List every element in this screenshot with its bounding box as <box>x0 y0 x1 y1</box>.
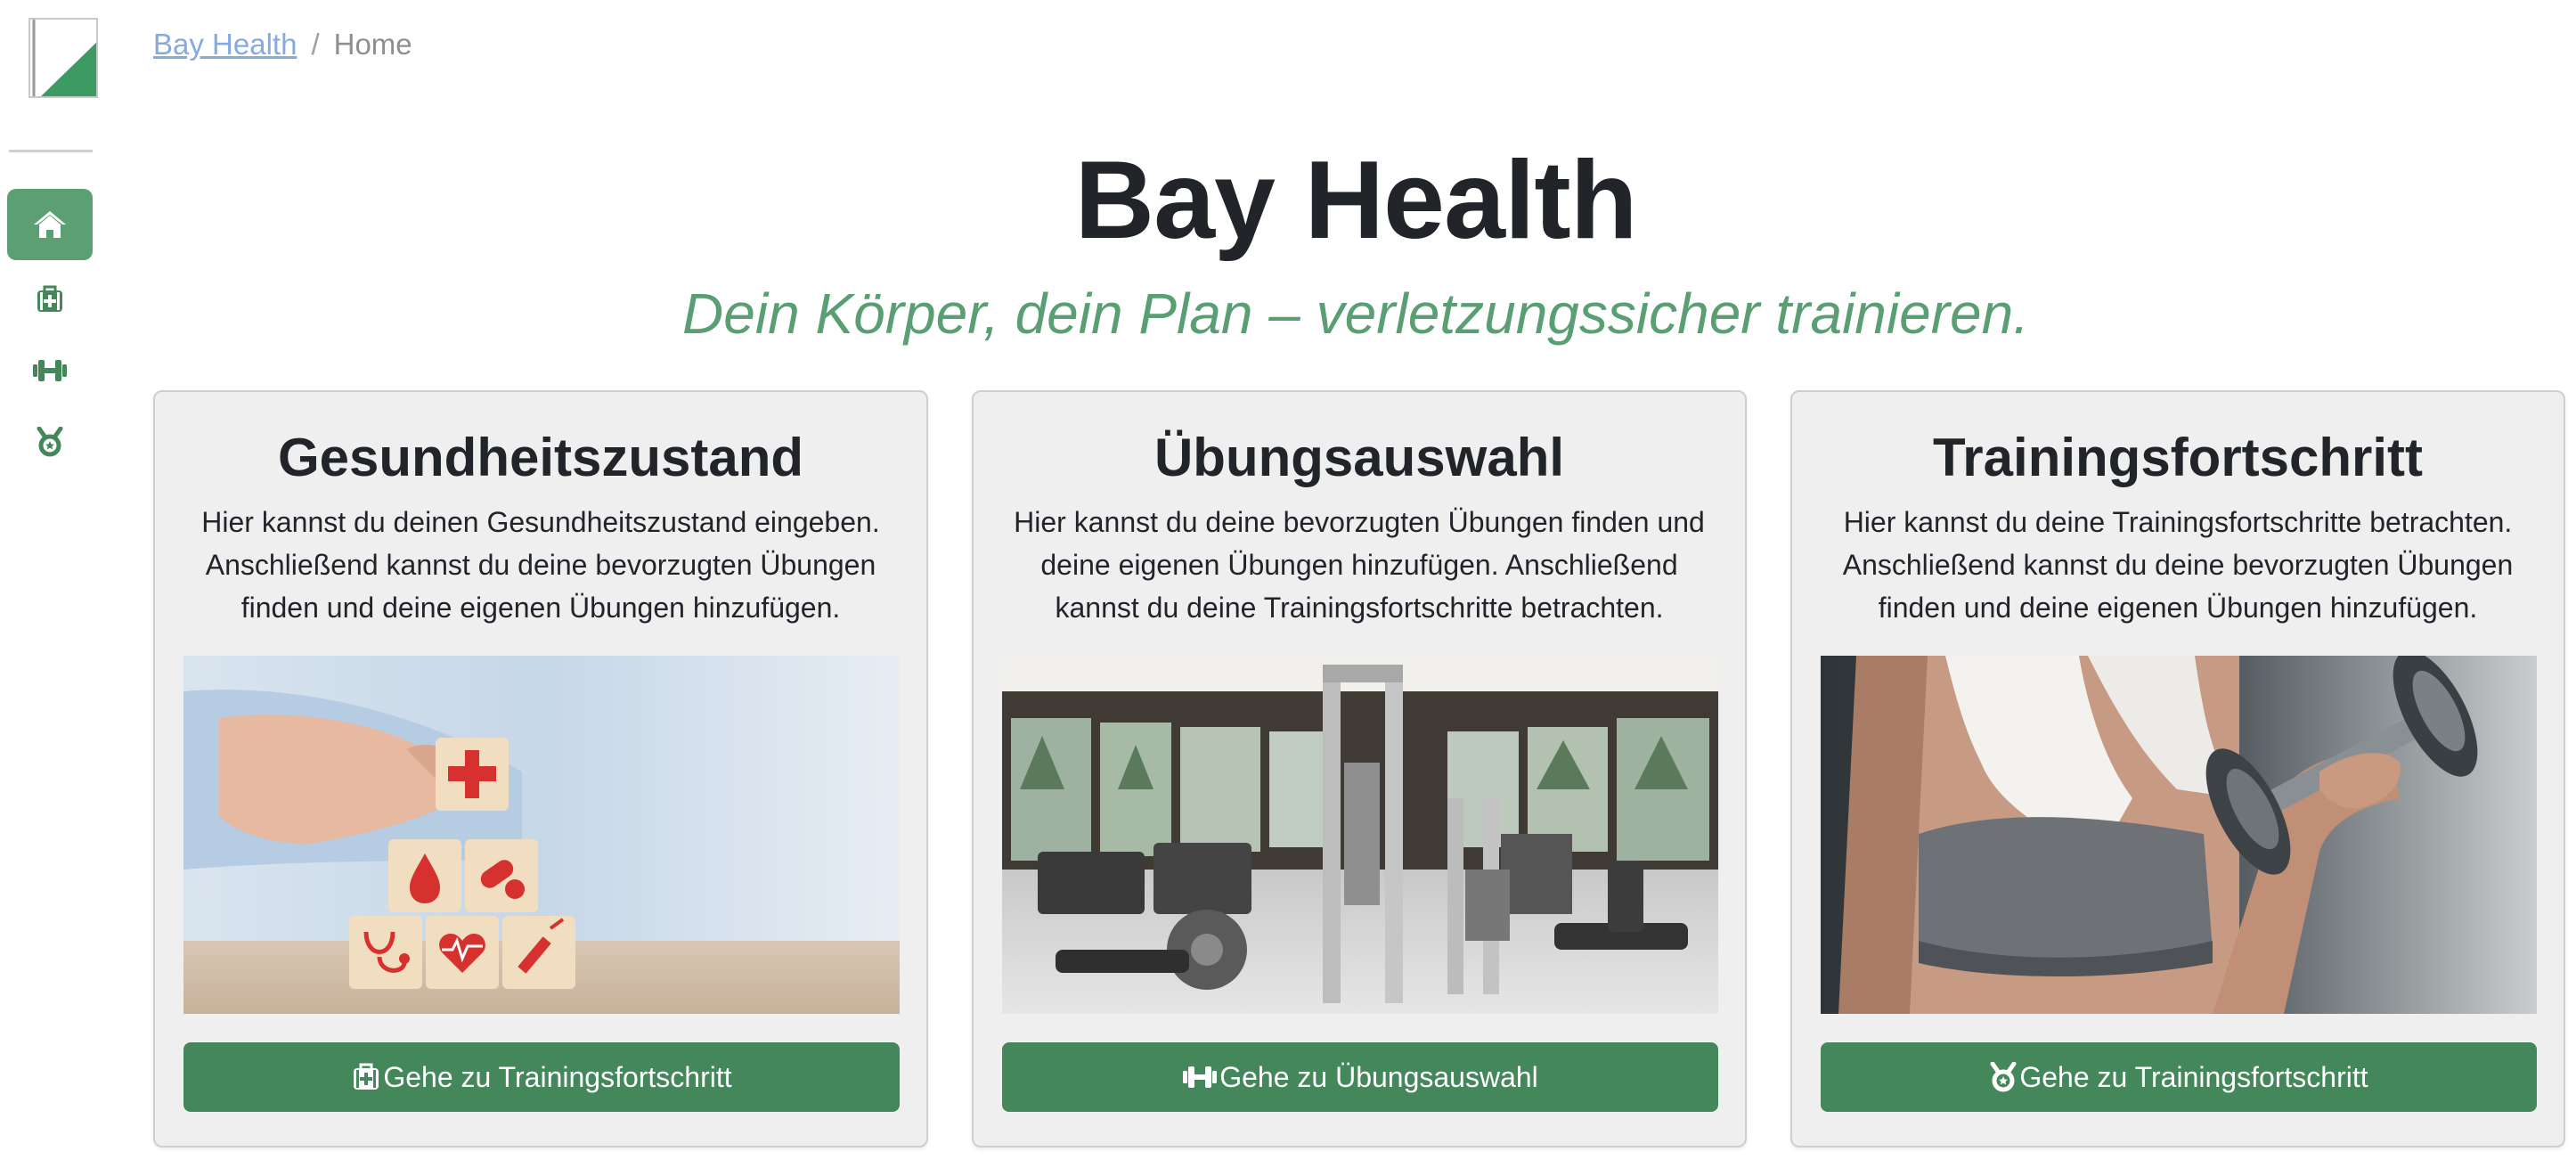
go-to-progress-button[interactable]: Gehe zu Trainingsfortschritt <box>183 1042 900 1112</box>
health-blocks-image <box>183 656 900 1014</box>
card-title: Übungsauswahl <box>1153 428 1565 487</box>
button-label: Gehe zu Trainingsfortschritt <box>383 1060 732 1093</box>
medical-kit-icon <box>351 1063 381 1091</box>
gym-interior-image <box>1002 656 1718 1014</box>
go-to-exercise-selection-button[interactable]: Gehe zu Übungsauswahl <box>1002 1042 1718 1112</box>
card-health-status: Gesundheitszustand Hier kannst du deinen… <box>153 390 928 1147</box>
sidebar-item-health[interactable] <box>7 264 93 335</box>
sidebar-item-progress[interactable] <box>7 406 93 478</box>
go-to-progress-button[interactable]: Gehe zu Trainingsfortschritt <box>1821 1042 2537 1112</box>
breadcrumb: Bay Health / Home <box>153 25 412 64</box>
home-icon <box>33 209 67 240</box>
breadcrumb-separator: / <box>311 28 320 61</box>
sidebar-item-home[interactable] <box>7 189 93 260</box>
breadcrumb-home-link[interactable]: Bay Health <box>153 28 297 61</box>
sidebar-item-exercises[interactable] <box>7 335 93 406</box>
card-text: Hier kannst du deine bevorzugten Übungen… <box>1014 506 1705 624</box>
card-title: Gesundheitszustand <box>277 428 804 487</box>
card-training-progress: Trainingsfortschritt Hier kannst du dein… <box>1790 390 2565 1147</box>
button-label: Gehe zu Trainingsfortschritt <box>2019 1060 2368 1093</box>
medical-kit-icon <box>35 285 65 314</box>
dumbbell-icon <box>1182 1064 1218 1090</box>
medal-icon <box>1989 1062 2018 1092</box>
sidebar-divider <box>9 150 93 152</box>
page-subtitle: Dein Körper, dein Plan – verletzungssich… <box>682 282 2029 346</box>
card-text: Hier kannst du deinen Gesundheitszustand… <box>201 506 880 624</box>
medal-icon <box>36 427 64 457</box>
button-label: Gehe zu Übungsauswahl <box>1219 1060 1538 1093</box>
app-logo[interactable] <box>29 18 98 98</box>
card-exercise-selection: Übungsauswahl Hier kannst du deine bevor… <box>972 390 1747 1147</box>
page-title: Bay Health <box>1074 139 1638 262</box>
card-title: Trainingsfortschritt <box>1932 428 2424 487</box>
card-text: Hier kannst du deine Trainingsfortschrit… <box>1842 506 2514 624</box>
sidebar <box>0 0 102 1176</box>
dumbbell-icon <box>32 357 68 384</box>
breadcrumb-current: Home <box>333 28 412 61</box>
dumbbell-workout-image <box>1821 656 2537 1014</box>
